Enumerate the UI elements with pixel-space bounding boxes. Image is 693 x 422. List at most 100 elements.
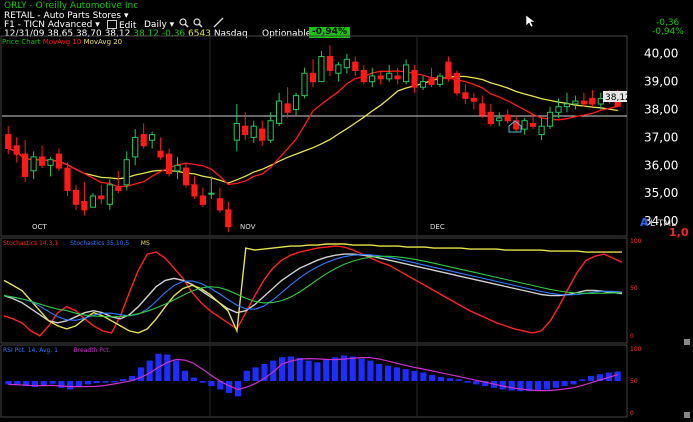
candle-body — [309, 72, 317, 83]
rsi-bar — [561, 381, 568, 387]
rsi-bar — [67, 381, 74, 390]
candle-body — [225, 209, 232, 228]
candle-body — [276, 100, 283, 124]
candle-body — [39, 156, 46, 166]
candle-body — [530, 123, 537, 127]
stoch-fast-line — [3, 245, 623, 337]
rsi-bar — [314, 362, 321, 381]
candle-body — [106, 184, 113, 205]
alert-value: 1,0 — [669, 226, 689, 239]
price-tick-label: 40,00 — [644, 47, 678, 61]
x-axis-month-label: NOV — [240, 223, 256, 231]
rsi-tick-label: 0 — [630, 410, 634, 417]
candle-body — [360, 70, 367, 83]
rsi-bar — [93, 381, 100, 383]
rsi-bar — [367, 360, 374, 381]
rsi-bar — [473, 381, 480, 385]
candle-body — [403, 64, 410, 83]
rsi-bar — [349, 356, 356, 381]
pane-resize-handle[interactable] — [684, 412, 690, 418]
rsi-bar — [296, 357, 303, 381]
stoch-tick-label: 100 — [630, 238, 642, 245]
candle-body — [174, 164, 181, 172]
candle-body — [132, 136, 139, 158]
candle-body — [479, 103, 486, 116]
rsi-bar — [208, 381, 215, 387]
candle-body — [81, 201, 88, 211]
rsi-bar — [40, 381, 47, 386]
rsi-bar — [332, 357, 339, 381]
candle-body — [411, 70, 418, 88]
candle-body — [64, 167, 71, 191]
candle-body — [149, 134, 156, 141]
rsi-bar — [137, 367, 144, 381]
candle-body — [233, 123, 240, 141]
candle-body — [504, 114, 511, 122]
rsi-bar — [508, 381, 515, 391]
candle-body — [301, 72, 308, 97]
candle-body — [98, 195, 105, 200]
candle-body — [555, 106, 562, 113]
candle-body — [445, 61, 452, 80]
candle-body — [546, 111, 554, 127]
candle-body — [284, 103, 291, 113]
candle-body — [563, 103, 570, 108]
rsi-bar — [358, 358, 365, 381]
rsi-bar — [84, 381, 91, 385]
price-tick-label: 36,00 — [644, 158, 678, 172]
rsi-bar — [243, 370, 250, 381]
candle-body — [267, 120, 274, 141]
rsi-bar — [411, 370, 418, 381]
rsi-bar — [305, 360, 312, 381]
rsi-bar — [402, 369, 409, 381]
rsi-bar — [102, 381, 109, 383]
candle-body — [55, 153, 63, 169]
price-tick-label: 39,00 — [644, 75, 678, 89]
rsi-bar — [323, 359, 330, 381]
pane-resize-handle[interactable] — [684, 339, 690, 345]
rsi-bar — [376, 364, 383, 381]
candle-body — [199, 195, 207, 205]
rsi-bar — [588, 375, 595, 381]
candle-body — [386, 72, 393, 80]
candle-body — [208, 192, 215, 195]
stoch-legend-item: MS — [141, 240, 150, 247]
candle-body — [216, 198, 224, 211]
candle-body — [377, 75, 384, 80]
price-tick-label: 38,00 — [644, 103, 678, 117]
chart-area[interactable]: 40,0039,0038,0037,0036,0035,0034,00 38,1… — [0, 0, 693, 422]
candle-body — [521, 120, 528, 130]
rsi-bar — [111, 381, 118, 383]
candle-body — [343, 58, 350, 69]
stoch-avg-line — [3, 255, 623, 318]
rsi-bar — [385, 365, 392, 381]
rsi-bar — [543, 381, 551, 390]
candle-body — [352, 61, 359, 71]
candle-body — [242, 125, 249, 136]
candle-body — [318, 56, 325, 83]
candle-body — [259, 128, 266, 141]
rsi-bar — [120, 379, 127, 381]
rsi-legend-item: RSI Pct. 14, Avg. 1 — [3, 347, 58, 354]
rsi-bar — [279, 357, 286, 381]
rsi-bar — [146, 360, 153, 381]
rsi-bar — [49, 381, 56, 384]
candle-body — [191, 184, 198, 197]
rsi-tick-label: 100 — [630, 346, 642, 353]
last-price-label: 38,12 — [605, 93, 631, 103]
candle-body — [250, 125, 257, 138]
candle-body — [589, 97, 596, 105]
candle-body — [436, 75, 444, 85]
stoch-legend-item: Stochastics 14,3,1 — [3, 240, 58, 247]
candle-body — [335, 64, 342, 74]
rsi-bar — [614, 371, 621, 381]
x-axis-month-label: OCT — [32, 223, 47, 231]
candle-body — [47, 159, 54, 166]
candle-body — [5, 134, 12, 150]
candle-body — [453, 72, 460, 94]
candle-body — [572, 100, 579, 105]
price-tick-label: 37,00 — [644, 130, 678, 144]
rsi-legend-item: Breadth Pct. — [74, 347, 111, 354]
stoch-tick-label: 50 — [630, 285, 638, 292]
candle-body — [140, 134, 147, 147]
